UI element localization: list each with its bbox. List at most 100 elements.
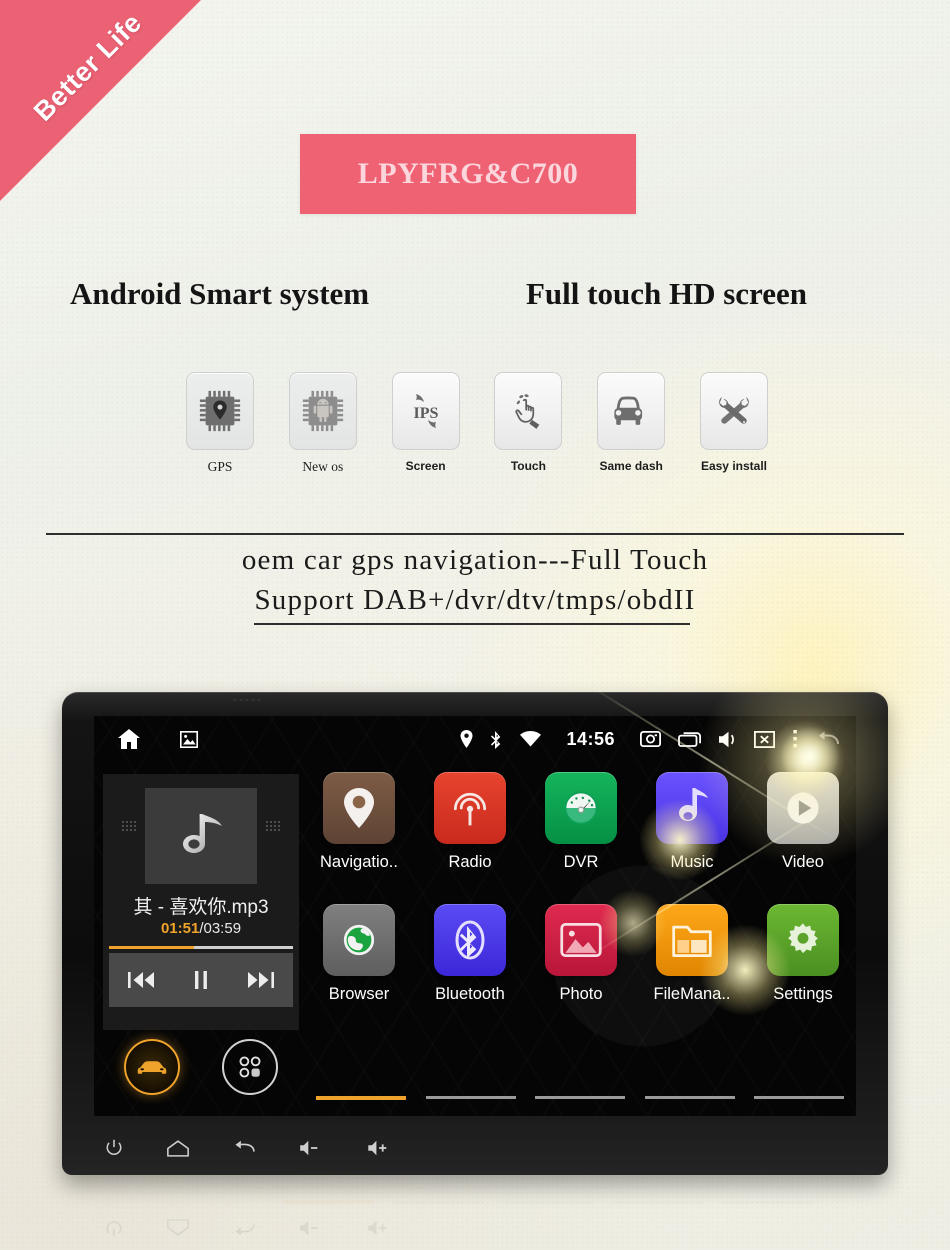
chip-gps-icon — [186, 372, 254, 450]
app-tile — [767, 904, 839, 976]
app-tile — [656, 904, 728, 976]
image-icon — [560, 923, 602, 957]
quick-shortcut-row — [103, 1036, 299, 1098]
app-dvr[interactable]: DVR — [534, 772, 628, 872]
mic-grille — [232, 698, 262, 702]
app-settings[interactable]: Settings — [756, 904, 850, 1004]
folder-icon — [672, 925, 712, 957]
camera-icon[interactable] — [640, 731, 661, 747]
feature-screen: IPS Screen — [378, 372, 474, 473]
feature-new-os: New os — [275, 372, 371, 475]
app-tile — [434, 904, 506, 976]
music-widget[interactable]: 其 - 喜欢你.mp3 01:51/03:59 — [103, 774, 299, 1030]
recent-apps-icon[interactable] — [678, 731, 701, 747]
next-track-button[interactable] — [246, 969, 276, 991]
page-dot[interactable] — [425, 1096, 516, 1099]
app-radio[interactable]: Radio — [423, 772, 517, 872]
feature-same-dash: Same dash — [583, 372, 679, 473]
headline-touch: Full touch HD screen — [526, 276, 807, 311]
app-label: DVR — [563, 853, 599, 871]
tagline-line-2: Support DAB+/dvr/dtv/tmps/obdII — [254, 584, 696, 616]
app-tile — [545, 904, 617, 976]
power-icon — [106, 1139, 122, 1155]
app-label: Bluetooth — [435, 985, 505, 1003]
feature-label: GPS — [207, 459, 233, 474]
app-row-1: Navigatio.. Radio DVR Music Video — [312, 772, 850, 872]
home-button[interactable] — [166, 1139, 190, 1158]
elapsed-time: 01:51 — [160, 920, 200, 937]
feature-label: Easy install — [700, 459, 767, 473]
app-label: Radio — [448, 853, 492, 871]
previous-track-button[interactable] — [126, 969, 156, 991]
app-navigation[interactable]: Navigatio.. — [312, 772, 406, 872]
back-icon — [235, 1140, 255, 1152]
app-tile — [545, 772, 617, 844]
app-music[interactable]: Music — [645, 772, 739, 872]
app-tile — [434, 772, 506, 844]
bezel-button-row — [94, 1128, 866, 1168]
track-title: 其 - 喜欢你.mp3 — [133, 897, 269, 918]
all-apps-button[interactable] — [222, 1039, 278, 1095]
tools-icon — [699, 372, 768, 450]
product-banner-page: Better Life LPYFRG&C700 Android Smart sy… — [0, 0, 950, 1250]
back-icon — [232, 1219, 256, 1237]
app-browser[interactable]: Browser — [312, 904, 406, 1004]
screen-off-icon[interactable] — [754, 730, 775, 748]
feature-label: Touch — [510, 459, 546, 473]
back-arrow-icon[interactable] — [816, 730, 840, 748]
speaker-grille-left — [121, 820, 137, 832]
page-dot-active[interactable] — [316, 1096, 406, 1100]
feature-label: New os — [302, 459, 344, 474]
overflow-menu-icon[interactable] — [792, 729, 799, 749]
location-pin-icon — [460, 730, 473, 748]
power-icon — [104, 1218, 124, 1238]
music-note-icon — [679, 788, 708, 821]
volume-down-icon — [298, 1219, 324, 1237]
power-button[interactable] — [104, 1138, 124, 1158]
pause-button[interactable] — [191, 969, 211, 991]
map-pin-icon — [344, 788, 374, 828]
album-art — [145, 788, 257, 884]
feature-label: Same dash — [599, 459, 663, 473]
speaker-grille-right — [265, 820, 281, 832]
wifi-icon — [520, 731, 542, 747]
app-filemanager[interactable]: FileMana.. — [645, 904, 739, 1004]
gallery-icon[interactable] — [180, 730, 198, 748]
app-label: Browser — [328, 985, 390, 1003]
page-dot[interactable] — [535, 1096, 625, 1099]
model-title-banner: LPYFRG&C700 — [300, 134, 636, 214]
volume-up-button[interactable] — [366, 1139, 394, 1157]
car-mode-button[interactable] — [124, 1039, 180, 1095]
volume-down-button[interactable] — [298, 1139, 324, 1157]
app-video[interactable]: Video — [756, 772, 850, 872]
page-indicator[interactable] — [316, 1096, 844, 1102]
ips-screen-icon: IPS — [391, 372, 460, 450]
model-title-text: LPYFRG&C700 — [357, 157, 579, 190]
app-photo[interactable]: Photo — [534, 904, 628, 1004]
volume-down-icon — [300, 1140, 318, 1156]
home-icon[interactable] — [116, 727, 142, 751]
app-label: Settings — [773, 985, 833, 1003]
page-dot — [722, 1201, 812, 1204]
chip-android-icon — [288, 372, 357, 450]
feature-gps: GPS — [172, 372, 268, 475]
progress-fill — [109, 946, 194, 949]
back-button[interactable] — [232, 1139, 256, 1157]
total-duration: 03:59 — [203, 920, 242, 937]
tagline-line-1: oem car gps navigation---Full Touch — [241, 544, 709, 576]
globe-icon — [343, 924, 375, 956]
progress-bar[interactable] — [109, 946, 293, 949]
home-icon — [166, 1219, 190, 1238]
volume-up-icon — [366, 1219, 394, 1237]
gauge-icon — [564, 791, 598, 825]
tagline-block: oem car gps navigation---Full Touch Supp… — [0, 540, 950, 620]
page-dot[interactable] — [754, 1096, 844, 1099]
playback-controls — [109, 953, 293, 1007]
volume-icon[interactable] — [718, 731, 737, 748]
divider-top — [46, 533, 904, 535]
headline-row: Android Smart system Full touch HD scree… — [0, 276, 950, 320]
reflected-bezel-row — [94, 1208, 866, 1248]
page-dot — [503, 1201, 593, 1204]
app-bluetooth[interactable]: Bluetooth — [423, 904, 517, 1004]
page-dot[interactable] — [644, 1096, 735, 1099]
